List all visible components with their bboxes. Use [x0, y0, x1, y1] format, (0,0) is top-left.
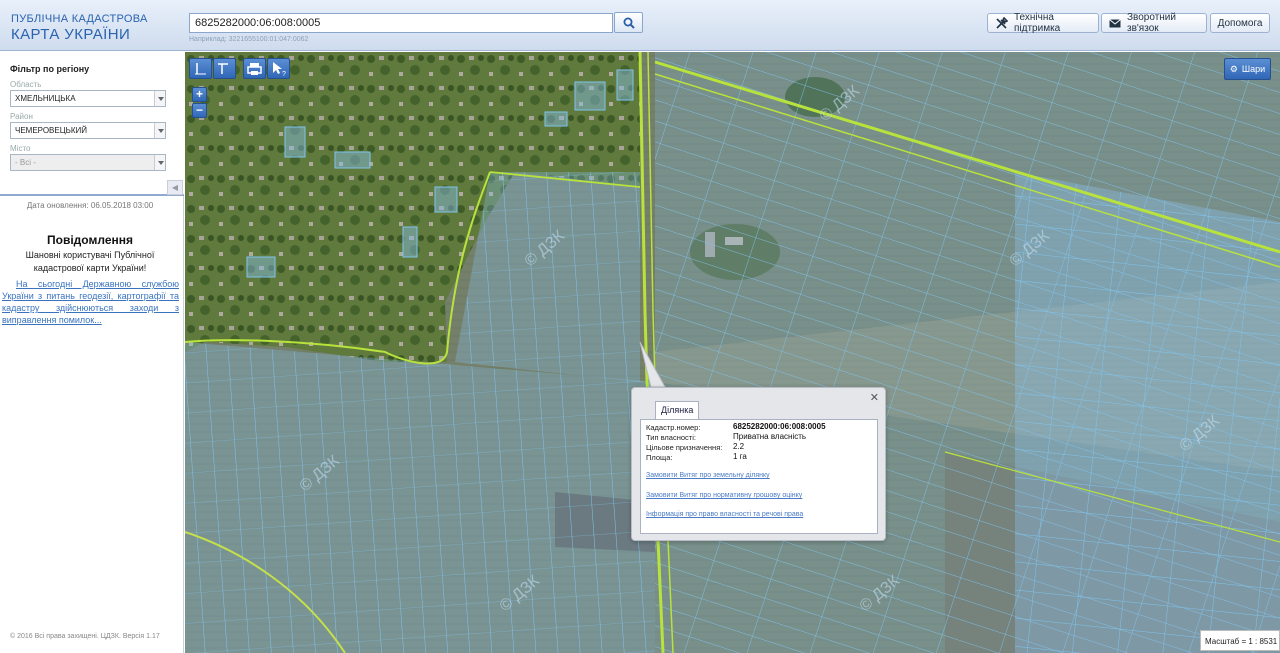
gear-icon: ⚙	[1229, 63, 1238, 74]
ruler-icon	[195, 63, 206, 75]
rayon-value: ЧЕМЕРОВЕЦЬКИЙ	[15, 126, 88, 135]
region-filter: Фільтр по регіону Область ХМЕЛЬНИЦЬКА Ра…	[0, 52, 184, 196]
row-label: Кадастр.номер:	[646, 423, 701, 432]
notice-link[interactable]: На сьогодні Державною службою України з …	[2, 278, 179, 326]
zoom-controls: + −	[192, 87, 207, 119]
city-label: Місто	[10, 144, 31, 153]
map-view[interactable]: © ДЗК © ДЗК © ДЗК © ДЗК © ДЗК © ДЗК © ДЗ…	[185, 52, 1280, 653]
row-label: Тип власності:	[646, 433, 696, 442]
search-button[interactable]	[614, 12, 643, 33]
left-panel: Фільтр по регіону Область ХМЕЛЬНИЦЬКА Ра…	[0, 52, 184, 653]
logo-line-1: ПУБЛІЧНА КАДАСТРОВА	[11, 13, 148, 25]
city-select[interactable]: - Всі -	[10, 154, 166, 171]
measure-distance-button[interactable]	[189, 58, 212, 79]
measure-area-button[interactable]	[213, 58, 236, 79]
filter-title: Фільтр по регіону	[10, 64, 90, 74]
search-icon	[623, 17, 635, 29]
cadastral-search-input[interactable]	[189, 13, 613, 33]
print-button[interactable]	[243, 58, 266, 79]
close-icon[interactable]: ✕	[870, 391, 879, 404]
feedback-button[interactable]: Зворотний зв'язок	[1101, 12, 1207, 34]
collapse-panel-button[interactable]: ◀	[167, 180, 183, 195]
parcel-info-popup: ✕ Ділянка Кадастр.номер: 6825282000:06:0…	[631, 387, 886, 541]
ownership-info-link[interactable]: Інформація про право власності та речові…	[646, 511, 803, 518]
chevron-down-icon	[154, 155, 165, 170]
help-label: Допомога	[1217, 17, 1263, 29]
app-logo[interactable]: ПУБЛІЧНА КАДАСТРОВА КАРТА УКРАЇНИ	[11, 13, 148, 43]
map-toolbar: ?	[189, 58, 291, 79]
chevron-down-icon	[154, 123, 165, 138]
app-header: ПУБЛІЧНА КАДАСТРОВА КАРТА УКРАЇНИ Наприк…	[0, 0, 1280, 51]
cadastral-number: 6825282000:06:008:0005	[733, 422, 826, 431]
rayon-select[interactable]: ЧЕМЕРОВЕЦЬКИЙ	[10, 122, 166, 139]
help-button[interactable]: Допомога	[1210, 13, 1270, 33]
logo-line-2: КАРТА УКРАЇНИ	[11, 26, 131, 43]
identify-button[interactable]: ?	[267, 58, 290, 79]
layers-button[interactable]: ⚙ Шари	[1224, 58, 1271, 80]
cursor-question-icon: ?	[273, 62, 286, 78]
notice-title: Повідомлення	[47, 233, 133, 247]
chevron-down-icon	[154, 91, 165, 106]
layers-label: Шари	[1241, 64, 1266, 74]
order-extract-link[interactable]: Замовити Витяг про земельну ділянку	[646, 472, 770, 479]
order-valuation-link[interactable]: Замовити Витяг про нормативну грошову оц…	[646, 492, 802, 499]
support-button[interactable]: Технічна підтримка	[987, 12, 1099, 34]
ownership-type: Приватна власність	[733, 432, 807, 441]
tools-icon	[995, 16, 1008, 30]
area-value: 1 га	[733, 452, 747, 461]
row-label: Цільове призначення:	[646, 443, 723, 452]
svg-text:?: ?	[282, 71, 286, 78]
oblast-label: Область	[10, 80, 42, 89]
satellite-map[interactable]: © ДЗК © ДЗК © ДЗК © ДЗК © ДЗК © ДЗК © ДЗ…	[185, 52, 1280, 653]
purpose-code: 2.2	[733, 442, 745, 451]
rayon-label: Район	[10, 112, 33, 121]
area-ruler-icon	[218, 63, 228, 74]
support-label: Технічна підтримка	[1014, 12, 1061, 34]
printer-icon	[247, 63, 262, 75]
tab-parcel[interactable]: Ділянка	[655, 401, 700, 419]
search-hint: Наприклад: 3221655100:01:047:0062	[189, 36, 309, 43]
popup-body: Кадастр.номер: 6825282000:06:008:0005 Ти…	[640, 419, 878, 534]
copyright: © 2016 Всі права захищені. ЦДЗК. Версія …	[10, 633, 160, 640]
notice-text: Шановні користувачі Публічної кадастрово…	[25, 250, 155, 273]
feedback-label: Зворотний зв'язок	[1127, 12, 1176, 34]
oblast-value: ХМЕЛЬНИЦЬКА	[15, 94, 76, 103]
update-date: Дата оновлення: 06.05.2018 03:00	[26, 201, 154, 210]
city-value: - Всі -	[15, 158, 36, 167]
zoom-out-button[interactable]: −	[192, 103, 207, 118]
row-label: Площа:	[646, 453, 673, 462]
scale-indicator: Масштаб = 1 : 8531	[1200, 630, 1280, 651]
zoom-in-button[interactable]: +	[192, 87, 207, 102]
envelope-icon	[1109, 18, 1121, 28]
oblast-select[interactable]: ХМЕЛЬНИЦЬКА	[10, 90, 166, 107]
